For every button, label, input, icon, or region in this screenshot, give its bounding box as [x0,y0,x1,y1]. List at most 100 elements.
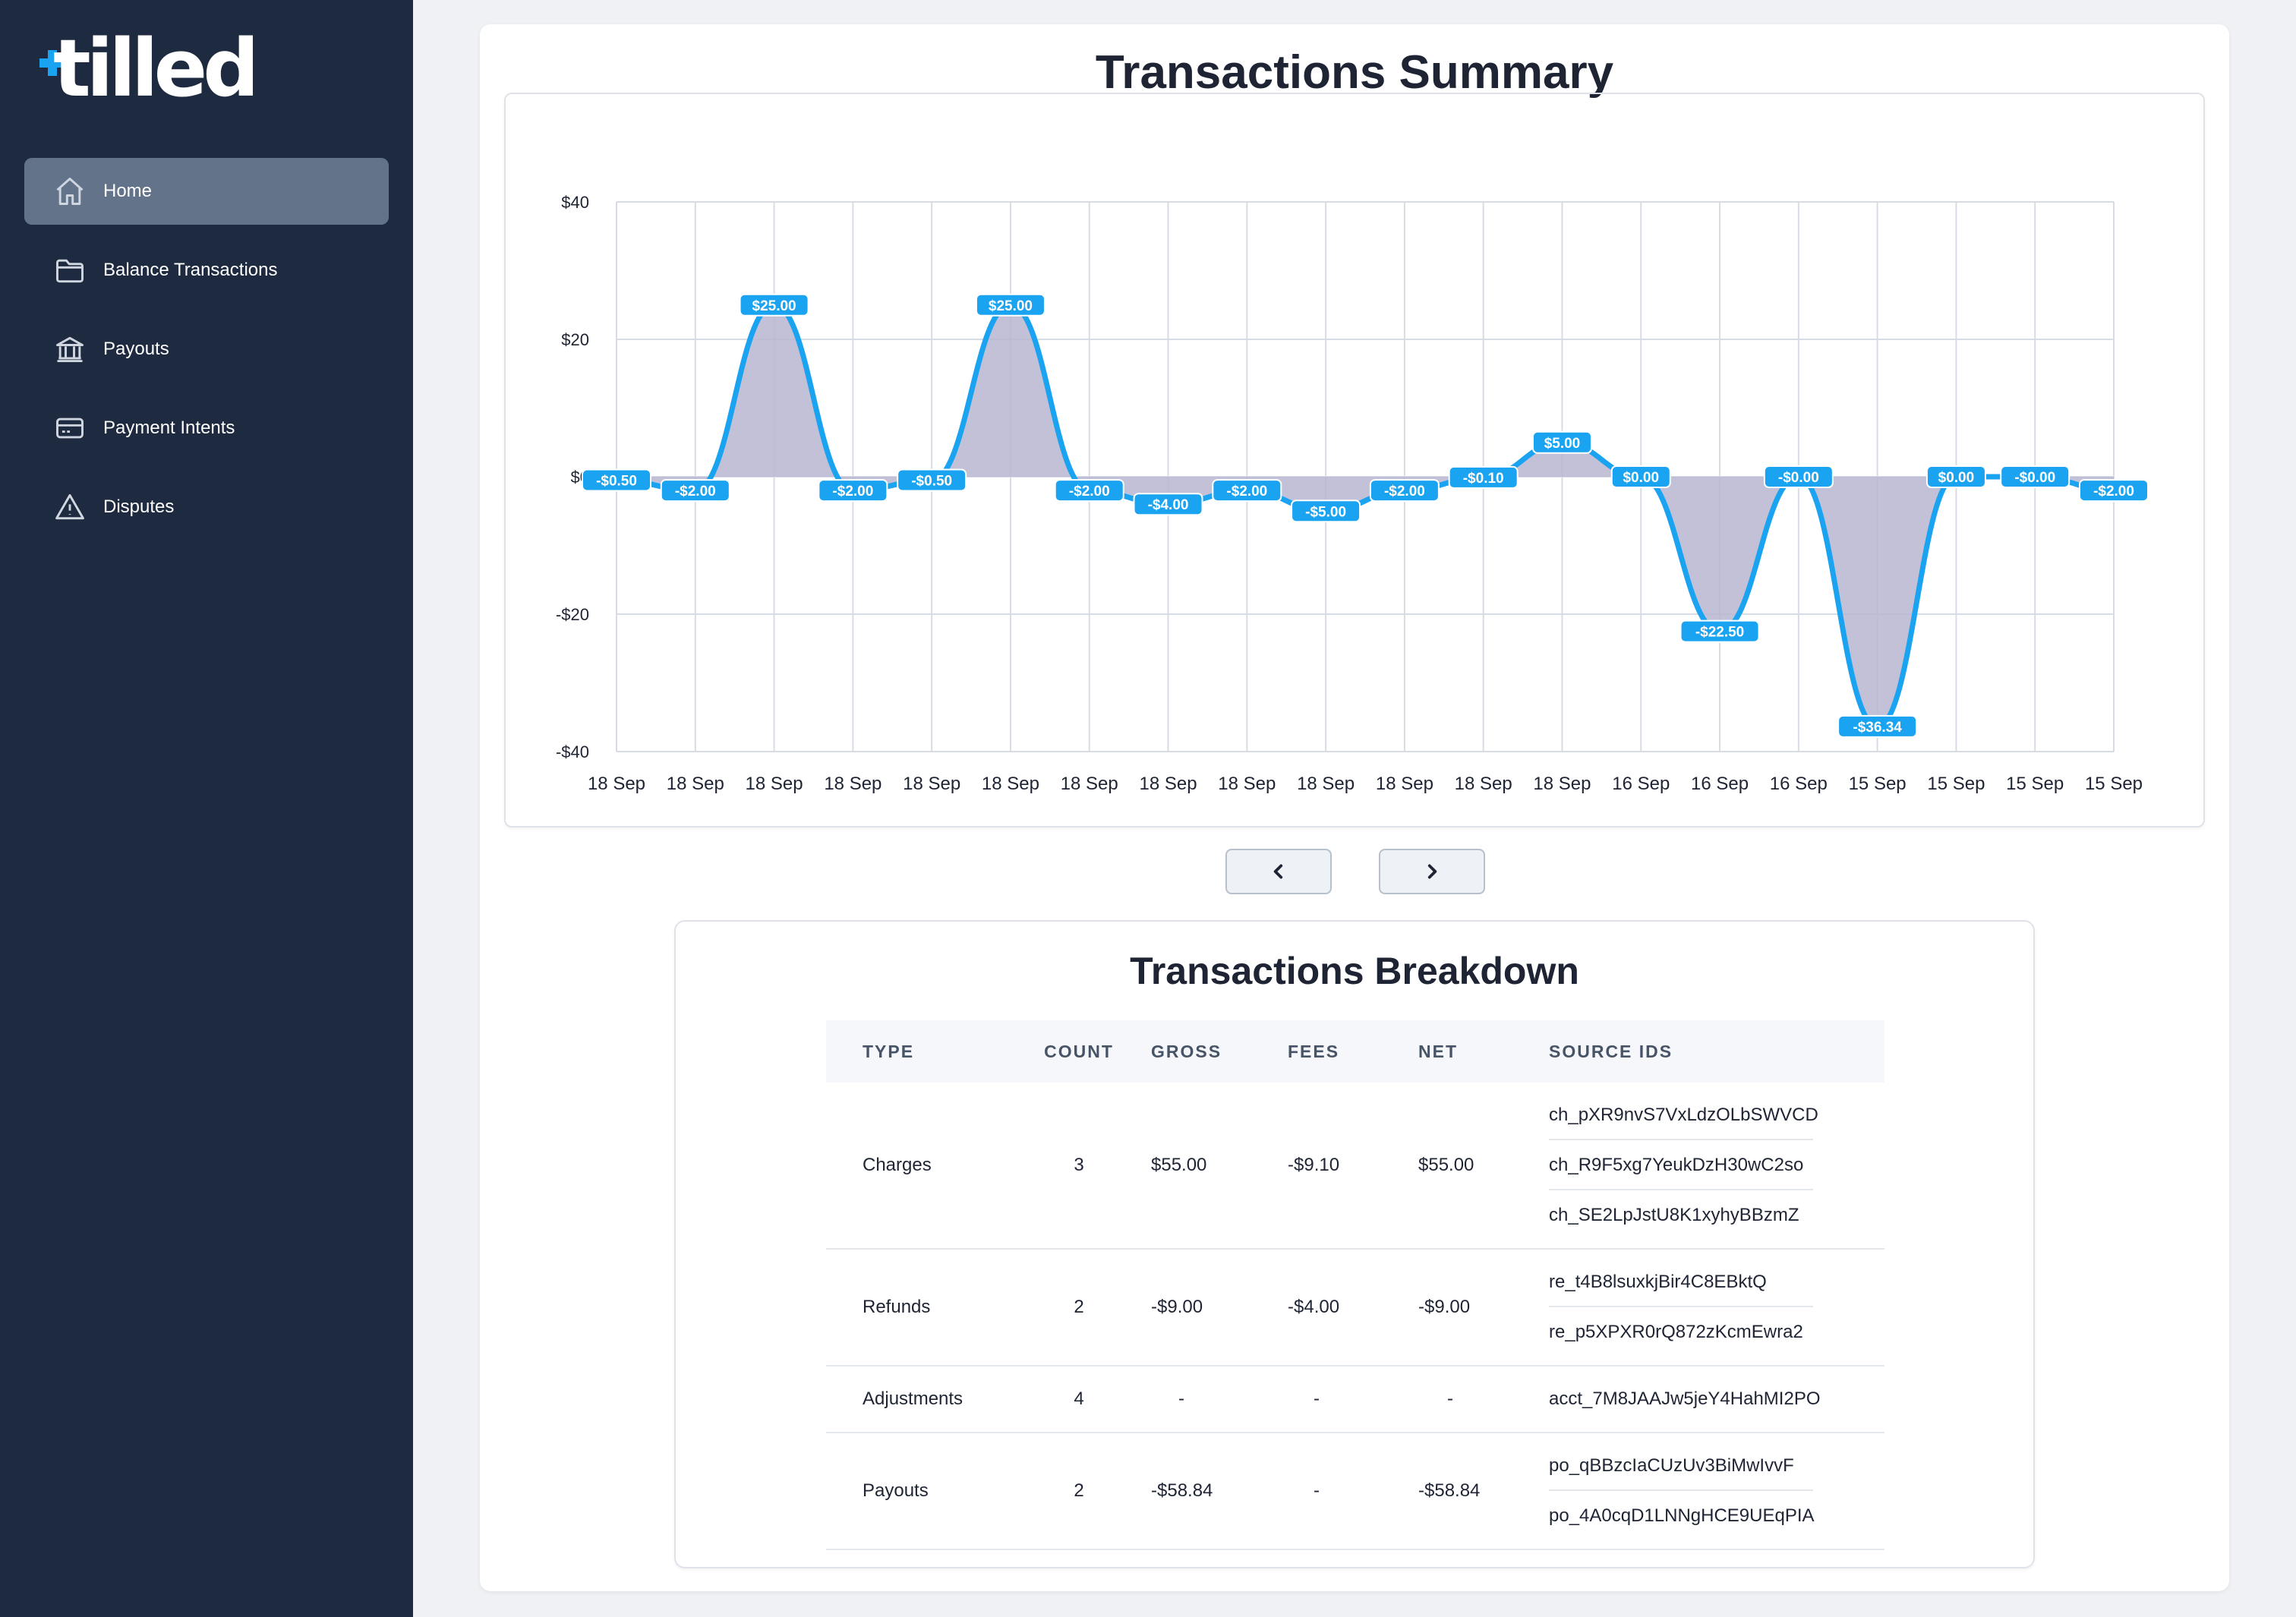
cell-net: -$9.00 [1418,1249,1549,1366]
y-tick-label: -$20 [556,605,589,624]
breakdown-title: Transactions Breakdown [1130,950,1579,992]
source-id: ch_pXR9nvS7VxLdzOLbSWVCD [1549,1090,1818,1140]
data-label: $5.00 [1544,436,1581,452]
y-tick-label: $20 [561,330,589,349]
breakdown-table: TYPE COUNT GROSS FEES NET SOURCE IDS Cha… [826,1020,1884,1550]
data-label: -$5.00 [1305,504,1346,520]
data-label: -$0.10 [1463,471,1504,487]
data-label: $0.00 [1938,470,1975,486]
column-header-fees[interactable]: FEES [1288,1020,1418,1083]
cell-count: 2 [1007,1433,1151,1550]
source-id: re_t4B8lsuxkjBir4C8EBktQ [1549,1257,1813,1307]
tilled-logo[interactable]: tilled [39,29,260,118]
cell-type: Charges [826,1083,1007,1250]
data-label: -$0.50 [911,474,952,490]
x-tick-label: 18 Sep [1297,774,1355,794]
sidebar-item-balance-transactions[interactable]: Balance Transactions [24,237,389,304]
data-label: -$2.00 [832,484,873,500]
data-label: -$2.00 [1384,484,1425,500]
data-label: $25.00 [989,298,1033,314]
warning-icon [55,493,84,520]
source-id: ch_R9F5xg7YeukDzH30wC2so [1549,1140,1813,1190]
cell-count: 2 [1007,1249,1151,1366]
folder-icon [56,259,84,283]
column-header-type[interactable]: TYPE [826,1020,1007,1083]
x-tick-label: 15 Sep [1849,774,1906,794]
x-tick-label: 16 Sep [1770,774,1828,794]
x-tick-label: 15 Sep [1927,774,1985,794]
main-card: Transactions Summary $40 $20 $0 -$20 -$40 18 … [480,24,2229,1591]
y-tick-label: $40 [561,193,589,212]
logo-wordmark: tilled [53,22,260,115]
data-label: $25.00 [752,298,796,314]
chevron-right-icon [1427,864,1437,879]
x-tick-label: 18 Sep [1139,774,1197,794]
data-label: -$22.50 [1695,625,1744,641]
sidebar-item-payouts[interactable]: Payouts [24,316,389,383]
sidebar-item-label: Payouts [103,339,169,359]
data-label: -$2.00 [2093,484,2134,500]
sidebar-item-label: Disputes [103,496,175,517]
cell-fees: - [1288,1433,1418,1550]
cell-source-ids: ch_pXR9nvS7VxLdzOLbSWVCD ch_R9F5xg7YeukD… [1549,1083,1884,1250]
column-header-source-ids[interactable]: SOURCE IDS [1549,1020,1884,1083]
cell-fees: -$9.10 [1288,1083,1418,1250]
sidebar-nav: Home Balance Transactions Payouts Paymen… [24,158,389,553]
table-row: Payouts 2 -$58.84 - -$58.84 po_qBBzcIaCU… [826,1433,1884,1550]
data-label: -$4.00 [1148,497,1189,513]
data-label: -$2.00 [1226,484,1267,500]
cell-gross: $55.00 [1151,1083,1288,1250]
x-tick-label: 18 Sep [746,774,803,794]
sidebar-item-disputes[interactable]: Disputes [24,474,389,541]
x-tick-label: 18 Sep [1061,774,1118,794]
cell-type: Adjustments [826,1366,1007,1433]
x-tick-label: 18 Sep [1218,774,1276,794]
sidebar-item-payment-intents[interactable]: Payment Intents [24,395,389,462]
data-label: -$0.00 [2014,470,2055,486]
cell-gross: -$58.84 [1151,1433,1288,1550]
source-id: re_p5XPXR0rQ872zKcmEwra2 [1549,1322,1803,1342]
cell-type: Payouts [826,1433,1007,1550]
chart-svg: $40$20$0-$20-$4018 Sep 18 Sep 18 Sep 18 Sep… [556,193,2149,794]
data-label: -$0.50 [596,474,637,490]
cell-net: -$58.84 [1418,1433,1549,1550]
x-tick-label: 15 Sep [2085,774,2143,794]
x-tick-label: 15 Sep [2006,774,2064,794]
cell-fees: - [1288,1366,1418,1433]
sidebar-item-label: Balance Transactions [103,260,278,280]
bank-icon [56,336,84,363]
cell-net: - [1418,1366,1549,1433]
cell-gross: - [1151,1366,1288,1433]
column-header-gross[interactable]: GROSS [1151,1020,1288,1083]
data-label: $0.00 [1623,470,1659,486]
column-header-count[interactable]: COUNT [1007,1020,1151,1083]
data-label: -$0.00 [1778,470,1819,486]
next-page-button[interactable] [1379,849,1485,894]
x-tick-label: 18 Sep [1455,774,1512,794]
cell-source-ids: acct_7M8JAAJw5jeY4HahMI2PO [1549,1366,1884,1433]
cell-count: 4 [1007,1366,1151,1433]
cell-fees: -$4.00 [1288,1249,1418,1366]
transactions-chart: $40 $20 $0 -$20 -$40 18 Sep 18 Sep 18 Sep 18 Sep… [504,93,2205,827]
cell-net: $55.00 [1418,1083,1549,1250]
home-icon [56,178,84,205]
sidebar-item-home[interactable]: Home [24,158,389,225]
x-tick-label: 18 Sep [824,774,882,794]
column-header-net[interactable]: NET [1418,1020,1549,1083]
x-tick-label: 18 Sep [1533,774,1591,794]
cell-fees-value: - [1314,1388,1320,1409]
source-id: po_4A0cqD1LNNgHCE9UEqPIA [1549,1505,1815,1526]
chevron-left-icon [1273,864,1283,879]
x-tick-label: 18 Sep [903,774,960,794]
x-tick-label: 18 Sep [667,774,724,794]
y-tick-label: -$40 [556,742,589,761]
sidebar-item-label: Payment Intents [103,418,235,438]
x-tick-label: 18 Sep [1376,774,1433,794]
cell-count: 3 [1007,1083,1151,1250]
cell-gross: -$9.00 [1151,1249,1288,1366]
prev-page-button[interactable] [1225,849,1332,894]
x-tick-label: 16 Sep [1691,774,1749,794]
cell-source-ids: po_qBBzcIaCUzUv3BiMwIvvF po_4A0cqD1LNNgH… [1549,1433,1884,1550]
cell-fees-value: - [1314,1480,1320,1501]
source-id: ch_SE2LpJstU8K1xyhyBBzmZ [1549,1205,1799,1225]
